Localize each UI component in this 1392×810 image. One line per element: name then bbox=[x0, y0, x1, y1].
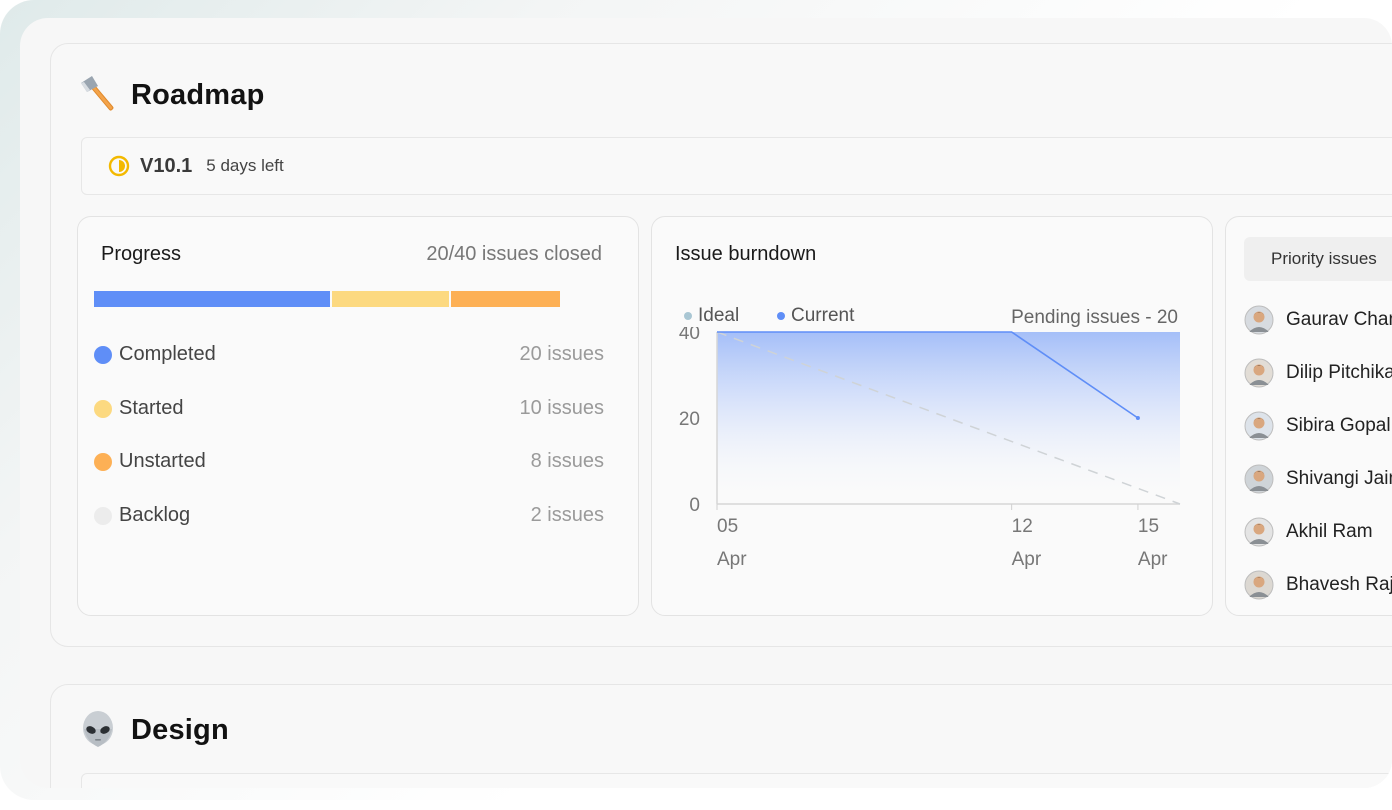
progress-summary: 20/40 issues closed bbox=[426, 243, 602, 265]
x-tick-label: 05 bbox=[717, 516, 738, 537]
avatar bbox=[1244, 358, 1274, 388]
cycle-days-left: 5 days left bbox=[206, 156, 284, 175]
legend-label: Backlog bbox=[119, 504, 191, 526]
legend-ideal-label: Ideal bbox=[698, 305, 740, 326]
alien-icon bbox=[83, 711, 113, 747]
half-circle-progress-icon bbox=[108, 155, 130, 177]
assignee-name: Shivangi Jain bbox=[1286, 468, 1392, 489]
unstarted-dot-icon bbox=[94, 452, 112, 471]
assignee-row[interactable]: Bhavesh Raja bbox=[1244, 570, 1392, 600]
legend-current: Current bbox=[777, 305, 854, 327]
design-title-row[interactable]: Design bbox=[77, 709, 229, 751]
avatar bbox=[1244, 570, 1274, 600]
current-series-point bbox=[1135, 416, 1140, 420]
progress-panel: Progress 20/40 issues closed Completed 2… bbox=[77, 216, 639, 616]
y-tick-label: 20 bbox=[679, 409, 700, 430]
avatar bbox=[1244, 305, 1274, 335]
x-tick-label: 12 bbox=[1012, 516, 1033, 537]
priority-panel: Priority issues Gaurav Chandra Dilip Pitc… bbox=[1225, 216, 1392, 616]
burndown-chart: 40 20 0 05 Apr 12 Apr 15 Apr bbox=[679, 327, 1181, 570]
legend-current-label: Current bbox=[791, 305, 855, 326]
design-title: Design bbox=[131, 713, 229, 746]
legend-row-started: Started 10 issues bbox=[94, 397, 604, 420]
progress-segment-started bbox=[332, 291, 449, 307]
cycle-version: V10.1 bbox=[140, 154, 193, 177]
x-tick-label: Apr bbox=[1012, 549, 1042, 570]
y-tick-label: 40 bbox=[679, 327, 700, 344]
progress-segment-unstarted bbox=[451, 291, 560, 307]
roadmap-title: Roadmap bbox=[131, 78, 265, 111]
completed-dot-icon bbox=[94, 345, 112, 364]
legend-row-completed: Completed 20 issues bbox=[94, 343, 604, 366]
legend-row-unstarted: Unstarted 8 issues bbox=[94, 450, 604, 473]
legend-label: Unstarted bbox=[119, 450, 206, 472]
design-cycle-bar[interactable] bbox=[81, 773, 1392, 788]
x-tick-label: Apr bbox=[717, 549, 747, 570]
burndown-panel: Issue burndown Ideal Current Pending iss… bbox=[651, 216, 1213, 616]
legend-count: 10 issues bbox=[519, 397, 605, 419]
assignee-name: Sibira Gopal bbox=[1286, 415, 1391, 436]
assignee-name: Dilip Pitchika bbox=[1286, 362, 1392, 383]
roadmap-title-row[interactable]: Roadmap bbox=[77, 74, 265, 116]
assignee-row[interactable]: Akhil Ram bbox=[1244, 517, 1373, 547]
axe-icon bbox=[81, 76, 114, 111]
burndown-heading: Issue burndown bbox=[675, 243, 817, 265]
assignee-row[interactable]: Sibira Gopal bbox=[1244, 411, 1391, 441]
pending-issues: Pending issues - 20 bbox=[1011, 307, 1178, 328]
avatar bbox=[1244, 464, 1274, 494]
legend-count: 8 issues bbox=[530, 450, 604, 472]
ideal-dot-icon bbox=[684, 312, 692, 320]
legend-count: 2 issues bbox=[530, 504, 604, 526]
legend-label: Started bbox=[119, 397, 184, 419]
assignee-name: Akhil Ram bbox=[1286, 521, 1373, 542]
design-module: Design bbox=[50, 684, 1392, 788]
current-dot-icon bbox=[777, 312, 785, 320]
assignee-row[interactable]: Dilip Pitchika bbox=[1244, 358, 1392, 388]
avatar bbox=[1244, 517, 1274, 547]
backlog-dot-icon bbox=[94, 506, 112, 525]
progress-heading: Progress bbox=[101, 243, 182, 265]
roadmap-module: Roadmap V10.1 5 days left Progress 20/40… bbox=[50, 43, 1392, 647]
x-tick-label: Apr bbox=[1138, 549, 1168, 570]
legend-label: Completed bbox=[119, 343, 216, 365]
avatar bbox=[1244, 411, 1274, 441]
started-dot-icon bbox=[94, 399, 112, 418]
main-panel: Roadmap V10.1 5 days left Progress 20/40… bbox=[20, 18, 1392, 788]
legend-count: 20 issues bbox=[519, 343, 605, 365]
tab-priority-issues[interactable]: Priority issues bbox=[1244, 237, 1392, 281]
assignee-name: Gaurav Chandra bbox=[1286, 309, 1392, 330]
progress-segment-completed bbox=[94, 291, 330, 307]
legend-row-backlog: Backlog 2 issues bbox=[94, 504, 604, 527]
assignee-row[interactable]: Gaurav Chandra bbox=[1244, 305, 1392, 335]
y-tick-label: 0 bbox=[689, 495, 700, 516]
assignee-name: Bhavesh Raja bbox=[1286, 574, 1392, 595]
legend-ideal: Ideal bbox=[684, 305, 739, 327]
x-tick-label: 15 bbox=[1138, 516, 1159, 537]
cycle-bar[interactable]: V10.1 5 days left bbox=[81, 137, 1392, 195]
assignee-row[interactable]: Shivangi Jain bbox=[1244, 464, 1392, 494]
progress-bar bbox=[94, 291, 562, 307]
